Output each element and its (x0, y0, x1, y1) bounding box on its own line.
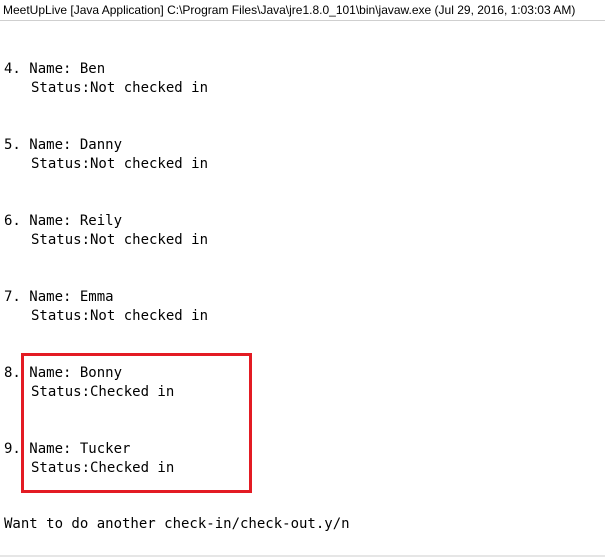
console-title: MeetUpLive [Java Application] C:\Program… (3, 3, 576, 17)
console-entry: 6. Name: Reily Status:Not checked in (4, 212, 208, 250)
console-title-bar: MeetUpLive [Java Application] C:\Program… (0, 0, 605, 21)
entry-name: Name: Reily (29, 213, 123, 229)
entry-status: Status:Not checked in (31, 232, 209, 248)
console-entry: 4. Name: Ben Status:Not checked in (4, 60, 208, 98)
highlight-box (21, 353, 252, 493)
entry-number: 8. (4, 365, 21, 381)
entry-status: Status:Not checked in (31, 308, 209, 324)
entry-number: 5. (4, 137, 21, 153)
entry-number: 6. (4, 213, 21, 229)
entry-status: Status:Not checked in (31, 156, 209, 172)
entry-number: 9. (4, 441, 21, 457)
entry-name: Name: Danny (29, 137, 123, 153)
entry-number: 4. (4, 61, 21, 77)
entry-name: Name: Emma (29, 289, 114, 305)
console-entry: 7. Name: Emma Status:Not checked in (4, 288, 208, 326)
console-entry: 5. Name: Danny Status:Not checked in (4, 136, 208, 174)
entry-status: Status:Not checked in (31, 80, 209, 96)
entry-number: 7. (4, 289, 21, 305)
console-prompt: Want to do another check-in/check-out.y/… (4, 516, 350, 532)
entry-name: Name: Ben (29, 61, 106, 77)
